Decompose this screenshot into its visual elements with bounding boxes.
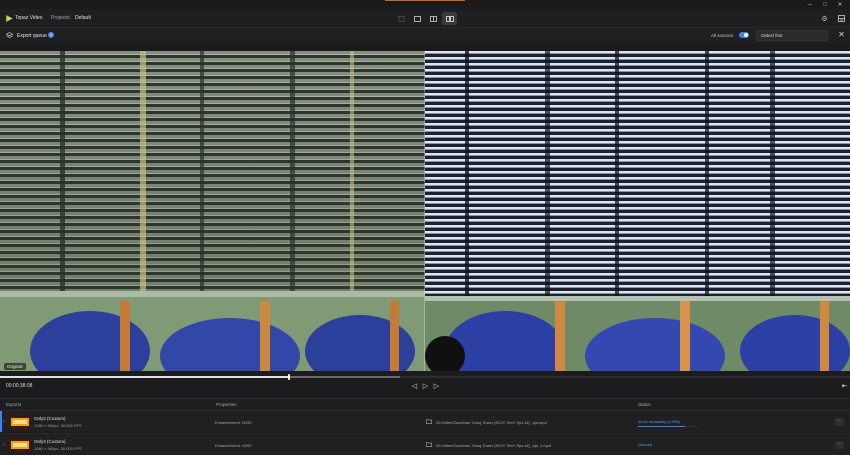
enhanced-frame-image: [425, 51, 850, 371]
app-title: Topaz Video: [15, 15, 43, 21]
export-thumbnail: [9, 438, 31, 452]
all-sources-toggle[interactable]: [739, 32, 749, 38]
next-frame-button[interactable]: ▷: [432, 381, 441, 390]
play-icon: ▷: [422, 382, 429, 390]
step-forward-icon: ▷: [433, 382, 440, 390]
timecode: 00:00:38:08: [6, 383, 33, 389]
export-path: W:/Video/Sunbeam Tuniq Tower (NCIX Tech …: [436, 420, 547, 425]
chevron-right-icon[interactable]: ›: [3, 442, 5, 448]
export-spec: 1080 × 960px, 30.000 FPS: [34, 446, 82, 451]
single-view-icon: [398, 15, 405, 22]
topaz-logo-icon: [6, 15, 13, 22]
export-properties: Enhancement, H265: [215, 420, 252, 425]
gear-icon: ⚙: [821, 15, 828, 23]
previous-frame-button[interactable]: ◁: [410, 381, 419, 390]
chevron-right-icon[interactable]: ›: [3, 419, 5, 425]
minimize-button[interactable]: ─: [806, 1, 814, 8]
export-name: Only3 (Custom): [34, 439, 66, 444]
side-by-side-icon: [414, 15, 421, 22]
app-header: Topaz Video Projects / Default ⚙: [0, 9, 850, 28]
timeline[interactable]: 00:00:38:08 ◁ ▷ ▷ ⇤: [0, 371, 850, 398]
comparison-view-button[interactable]: [442, 12, 457, 25]
export-properties: Enhancement, H265: [215, 443, 252, 448]
folder-icon[interactable]: [426, 419, 432, 424]
header-properties: Properties: [216, 402, 237, 407]
playhead-handle[interactable]: [288, 374, 290, 380]
step-back-icon: ◁: [411, 382, 418, 390]
original-preview-pane: Original: [0, 51, 425, 371]
timeline-track-rest: [400, 376, 850, 378]
export-progress-bar: [638, 426, 698, 427]
export-status: Queued: [638, 442, 653, 447]
export-progress-fill: [638, 426, 685, 427]
export-name: Only3 (Custom): [34, 416, 66, 421]
fit-view-button[interactable]: ⇤: [840, 381, 849, 390]
side-by-side-button[interactable]: [410, 12, 425, 25]
split-view-icon: [430, 15, 437, 22]
window-close-button[interactable]: ✕: [836, 1, 844, 8]
queue-count-badge: 2: [48, 32, 54, 38]
breadcrumb-separator: /: [69, 15, 71, 21]
export-status: 4m1s remaining (1:59x): [638, 419, 681, 424]
export-panel-icon: [838, 15, 845, 22]
chevron-down-icon: ⌄: [761, 33, 765, 38]
export-path: W:/Video/Sunbeam Tuniq Tower (NCIX Tech …: [436, 443, 552, 448]
enhanced-preview-pane: [425, 51, 850, 371]
comparison-view-icon: [445, 15, 454, 22]
row-active-indicator: [0, 411, 2, 432]
queue-close-button[interactable]: ✕: [837, 30, 846, 40]
row-more-button[interactable]: ···: [835, 418, 844, 426]
video-preview[interactable]: Original: [0, 51, 850, 371]
original-frame-image: [0, 51, 425, 371]
timeline-played: [0, 376, 289, 378]
title-bar: ─ □ ✕: [0, 0, 850, 9]
exports-table-header: Exports Properties Status: [0, 398, 850, 410]
comparison-divider[interactable]: [424, 51, 425, 371]
split-view-button[interactable]: [426, 12, 441, 25]
settings-button[interactable]: ⚙: [820, 14, 829, 23]
header-status: Status: [638, 402, 651, 407]
row-more-button[interactable]: ···: [835, 441, 844, 449]
folder-icon[interactable]: [426, 442, 432, 447]
sort-order-select[interactable]: Oldest first ⌄: [756, 30, 828, 41]
play-button[interactable]: ▷: [421, 381, 430, 390]
title-accent: [385, 0, 465, 1]
breadcrumb-projects[interactable]: Projects: [51, 15, 69, 21]
export-queue-bar: Export queue 2 All sources Oldest first …: [0, 28, 850, 43]
table-row[interactable]: › Only3 (Custom) 1080 × 960px, 30.000 FP…: [0, 410, 850, 432]
export-queue-title: Export queue: [17, 33, 47, 39]
breadcrumb-current[interactable]: Default: [75, 15, 91, 21]
original-label: Original: [4, 363, 26, 370]
all-sources-label: All sources: [711, 33, 734, 38]
header-exports: Exports: [6, 402, 22, 407]
table-row[interactable]: › Only3 (Custom) 1080 × 960px, 30.000 FP…: [0, 433, 850, 455]
collapse-arrows-icon: ⇤: [841, 382, 848, 390]
layers-icon: [6, 32, 13, 38]
maximize-button[interactable]: □: [821, 1, 829, 8]
export-panel-button[interactable]: [837, 14, 846, 23]
export-thumbnail: [9, 415, 31, 429]
export-spec: 1080 × 960px, 30.000 FPS: [34, 423, 82, 428]
single-view-button[interactable]: [394, 12, 409, 25]
